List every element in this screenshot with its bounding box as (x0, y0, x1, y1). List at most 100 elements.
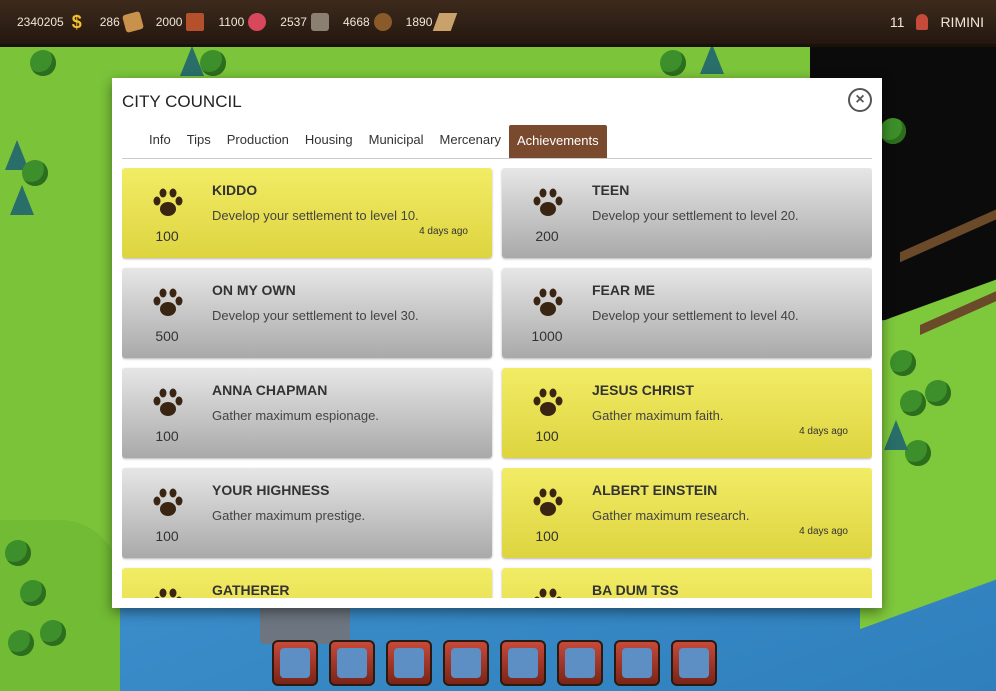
book-icon (565, 648, 595, 678)
achievement-description: Develop your settlement to level 20. (592, 208, 799, 223)
achievement-description: Gather maximum research. (592, 508, 750, 523)
tree (905, 440, 931, 466)
achievement-description: Gather maximum faith. (592, 408, 724, 423)
tab-info[interactable]: Info (141, 125, 179, 158)
meat-value: 1100 (218, 15, 245, 29)
tree (40, 620, 66, 646)
resource-brick: 2000 (156, 13, 205, 31)
city-council-dialog: CITY COUNCIL × Info Tips Production Hous… (112, 78, 882, 608)
tree (880, 118, 906, 144)
bank-button[interactable] (329, 640, 375, 686)
paw-icon (532, 388, 564, 418)
tree (900, 390, 926, 416)
tree (8, 630, 34, 656)
church-icon (622, 648, 652, 678)
glove-icon (508, 648, 538, 678)
log-icon (373, 13, 392, 31)
tab-production[interactable]: Production (219, 125, 297, 158)
paw-icon (152, 188, 184, 218)
player-avatar-icon (916, 14, 929, 30)
paw-icon (152, 288, 184, 318)
tree (22, 160, 48, 186)
achievement-card[interactable]: 100 YOUR HIGHNESS Gather maximum prestige. (122, 468, 492, 558)
resource-plank: 1890 (406, 13, 458, 31)
resource-meat: 1100 (218, 13, 267, 31)
achievement-title: FEAR ME (592, 282, 655, 298)
achievement-card[interactable]: GATHERER (122, 568, 492, 598)
glove-button[interactable] (500, 640, 546, 686)
tree (20, 580, 46, 606)
log-value: 4668 (342, 15, 370, 29)
tab-mercenary[interactable]: Mercenary (432, 125, 509, 158)
achievement-points: 100 (155, 528, 179, 544)
achievement-points: 100 (155, 228, 179, 244)
resource-log: 4668 (343, 13, 392, 31)
achievement-description: Develop your settlement to level 40. (592, 308, 799, 323)
tree (30, 50, 56, 76)
paw-icon (152, 588, 184, 598)
achievement-card[interactable]: BA DUM TSS (502, 568, 872, 598)
achievement-title: GATHERER (212, 582, 290, 598)
dollar-icon: $ (71, 12, 82, 32)
paw-icon (532, 188, 564, 218)
achievement-description: Develop your settlement to level 30. (212, 308, 419, 323)
achievement-card[interactable]: 200 TEEN Develop your settlement to level … (502, 168, 872, 258)
achievement-card[interactable]: 100 ANNA CHAPMAN Gather maximum espionage. (122, 368, 492, 458)
house-icon (280, 648, 310, 678)
brick-icon (186, 13, 205, 31)
achievement-description: Develop your settlement to level 10. (212, 208, 419, 223)
tree (925, 380, 951, 406)
achievement-card[interactable]: 500 ON MY OWN Develop your settlement to l… (122, 268, 492, 358)
achievement-date: 4 days ago (799, 426, 848, 437)
tab-housing[interactable]: Housing (297, 125, 361, 158)
tab-tips[interactable]: Tips (179, 125, 219, 158)
player-level: 11 (889, 14, 905, 30)
plank-icon (433, 13, 458, 31)
castle[interactable] (260, 604, 350, 644)
resource-bar: 2340205 $ 286 2000 1100 2537 4668 1890 1… (0, 0, 996, 47)
player-info[interactable]: 11 RIMINI (890, 0, 984, 44)
money-value: 2340205 (17, 15, 64, 29)
achievement-points: 200 (535, 228, 559, 244)
achievement-title: YOUR HIGHNESS (212, 482, 330, 498)
stone-icon (310, 13, 329, 31)
paw-icon (152, 388, 184, 418)
church-button[interactable] (614, 640, 660, 686)
achievement-card[interactable]: 100 ALBERT EINSTEIN Gather maximum researc… (502, 468, 872, 558)
brick-value: 2000 (155, 15, 183, 29)
achievement-description: Gather maximum prestige. (212, 508, 366, 523)
paw-icon (152, 488, 184, 518)
tab-municipal[interactable]: Municipal (361, 125, 432, 158)
achievement-card[interactable]: 1000 FEAR ME Develop your settlement to le… (502, 268, 872, 358)
achievement-description: Gather maximum espionage. (212, 408, 379, 423)
wood-value: 286 (99, 15, 120, 29)
achievement-card[interactable]: 100 JESUS CHRIST Gather maximum faith. 4 da… (502, 368, 872, 458)
meat-icon (248, 13, 267, 31)
tab-bar: Info Tips Production Housing Municipal M… (122, 125, 872, 159)
achievement-title: KIDDO (212, 182, 258, 198)
achievement-points: 100 (535, 428, 559, 444)
close-icon[interactable]: × (848, 88, 872, 112)
achievement-title: BA DUM TSS (592, 582, 679, 598)
dialog-title: CITY COUNCIL (122, 92, 242, 111)
achievement-card[interactable]: 100 KIDDO Develop your settlement to level… (122, 168, 492, 258)
tab-achievements[interactable]: Achievements (508, 125, 607, 158)
paw-icon (532, 588, 564, 598)
resource-wood: 286 (99, 10, 144, 34)
academy-icon (451, 648, 481, 678)
house-button[interactable] (272, 640, 318, 686)
wood-icon (121, 10, 144, 34)
resource-stone: 2537 (280, 13, 329, 31)
achievement-title: TEEN (592, 182, 630, 198)
tree (660, 50, 686, 76)
pine-tree (884, 420, 908, 450)
achievements-grid[interactable]: 100 KIDDO Develop your settlement to level… (122, 168, 872, 598)
market-button[interactable] (386, 640, 432, 686)
book-button[interactable] (557, 640, 603, 686)
tavern-button[interactable] (671, 640, 717, 686)
tree (5, 540, 31, 566)
academy-button[interactable] (443, 640, 489, 686)
resource-money: 2340205 $ (17, 13, 86, 31)
achievement-points: 100 (535, 528, 559, 544)
pine-tree (180, 46, 204, 76)
